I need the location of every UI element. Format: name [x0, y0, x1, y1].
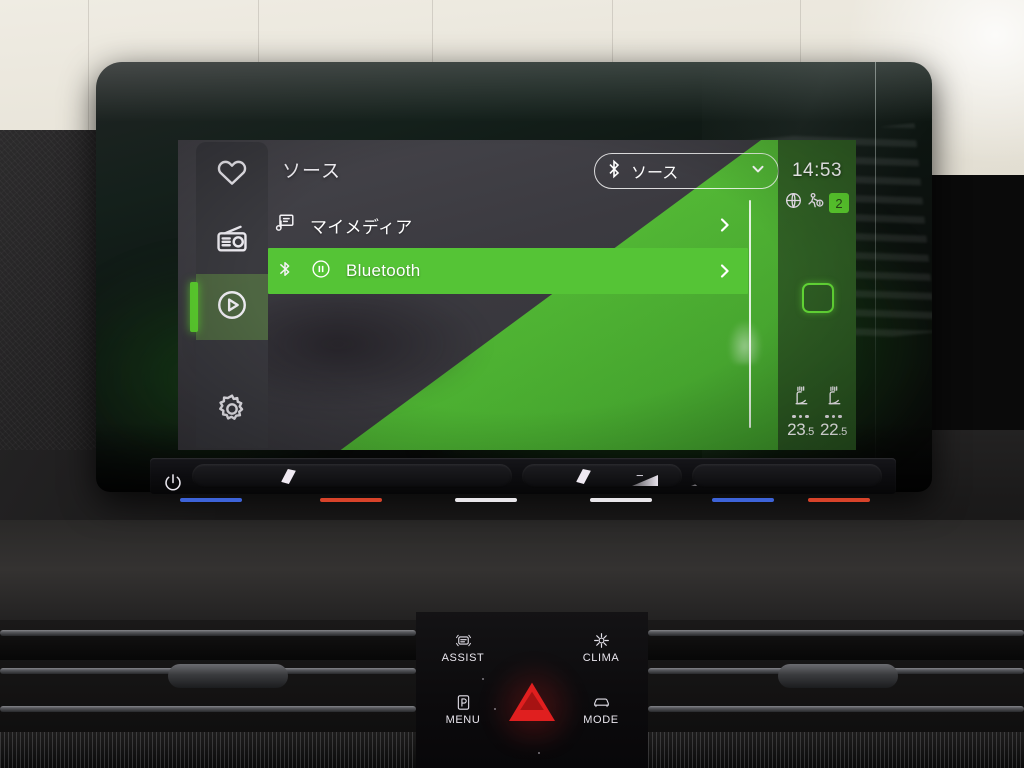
- climate-passenger[interactable]: 22.5: [820, 385, 847, 441]
- my-media-icon: [274, 212, 296, 239]
- drive-mode-button[interactable]: MODE: [562, 692, 640, 726]
- sidebar-item-favorites[interactable]: [196, 142, 268, 208]
- clima-icon: [562, 630, 640, 650]
- gear-badge: 2: [829, 193, 849, 213]
- led-indicator-red-left: [320, 498, 382, 502]
- climate-driver[interactable]: 23.5: [787, 385, 814, 441]
- driver-temperature: 23.5: [787, 420, 814, 439]
- list-item-bluetooth[interactable]: Bluetooth: [268, 248, 748, 294]
- seat-level-dots: [825, 414, 842, 418]
- bluetooth-icon: [607, 159, 621, 184]
- source-dropdown-label: ソース: [631, 165, 679, 182]
- led-indicator-blue-right: [712, 498, 774, 502]
- sidebar-item-media[interactable]: [190, 274, 268, 340]
- led-indicator-white-right: [590, 498, 652, 502]
- driver-temp-slider[interactable]: [192, 464, 512, 488]
- play-circle-icon: [215, 288, 249, 327]
- passenger-temperature: 22.5: [820, 420, 847, 439]
- heated-seat-icon: [822, 385, 845, 413]
- led-indicator-blue-left: [180, 498, 242, 502]
- touch-slider-strip[interactable]: − +: [150, 458, 896, 502]
- stop-button[interactable]: [802, 283, 834, 313]
- list-scrollbar[interactable]: [749, 200, 751, 428]
- assist-icon: [424, 630, 502, 650]
- chevron-right-icon: [720, 218, 729, 232]
- globe-icon: [785, 192, 802, 214]
- vent-direction-knob[interactable]: [168, 664, 288, 688]
- seat-level-dots: [792, 414, 809, 418]
- park-menu-icon: [424, 692, 502, 712]
- hazard-triangle-button[interactable]: [504, 676, 560, 726]
- chevron-down-icon: [750, 161, 766, 182]
- list-item-label: Bluetooth: [346, 261, 421, 280]
- page-title: ソース: [282, 161, 342, 182]
- volume-slider[interactable]: [522, 464, 682, 488]
- clima-button[interactable]: CLIMA: [562, 630, 640, 664]
- gear-icon: [215, 392, 249, 431]
- sidebar-item-radio[interactable]: [196, 208, 268, 274]
- park-menu-button-label: MENU: [445, 714, 481, 726]
- passenger-temp-slider[interactable]: [692, 464, 882, 488]
- vent-direction-knob[interactable]: [778, 664, 898, 688]
- pause-icon: [310, 258, 332, 285]
- bluetooth-icon: [274, 258, 296, 285]
- led-indicator-white-left: [455, 498, 517, 502]
- park-menu-button[interactable]: MENU: [424, 692, 502, 726]
- sidebar: [190, 142, 268, 448]
- infotainment-screen[interactable]: ソース ソース マイメディア Bluetooth 14:53 2 23.5 22…: [178, 140, 856, 450]
- drive-mode-icon: [562, 692, 640, 712]
- assist-button[interactable]: ASSIST: [424, 630, 502, 664]
- heated-seat-icon: [789, 385, 812, 413]
- led-indicator-red-right: [808, 498, 870, 502]
- status-panel: 14:53 2 23.5 22.5: [778, 140, 856, 450]
- assist-button-label: ASSIST: [441, 652, 485, 664]
- list-item-label: マイメディア: [310, 217, 413, 237]
- power-icon[interactable]: [162, 472, 184, 494]
- source-dropdown[interactable]: ソース: [594, 153, 779, 189]
- traffic-assist-icon: [807, 192, 824, 214]
- status-icon-row: 2: [778, 192, 856, 214]
- source-list: マイメディア Bluetooth: [268, 202, 748, 294]
- chevron-right-icon: [720, 264, 729, 278]
- clima-button-label: CLIMA: [582, 652, 620, 664]
- center-console-buttons: ASSIST CLIMA MENU MODE: [416, 612, 648, 768]
- clock: 14:53: [791, 160, 843, 181]
- sidebar-item-settings[interactable]: [196, 378, 268, 444]
- volume-down-label[interactable]: −: [636, 468, 644, 483]
- drive-mode-button-label: MODE: [583, 714, 619, 726]
- climate-readout: 23.5 22.5: [778, 385, 856, 441]
- list-item-my-media[interactable]: マイメディア: [268, 202, 748, 248]
- radio-icon: [215, 222, 249, 261]
- heart-icon: [215, 156, 249, 195]
- infotainment-photo: ソース ソース マイメディア Bluetooth 14:53 2 23.5 22…: [0, 0, 1024, 768]
